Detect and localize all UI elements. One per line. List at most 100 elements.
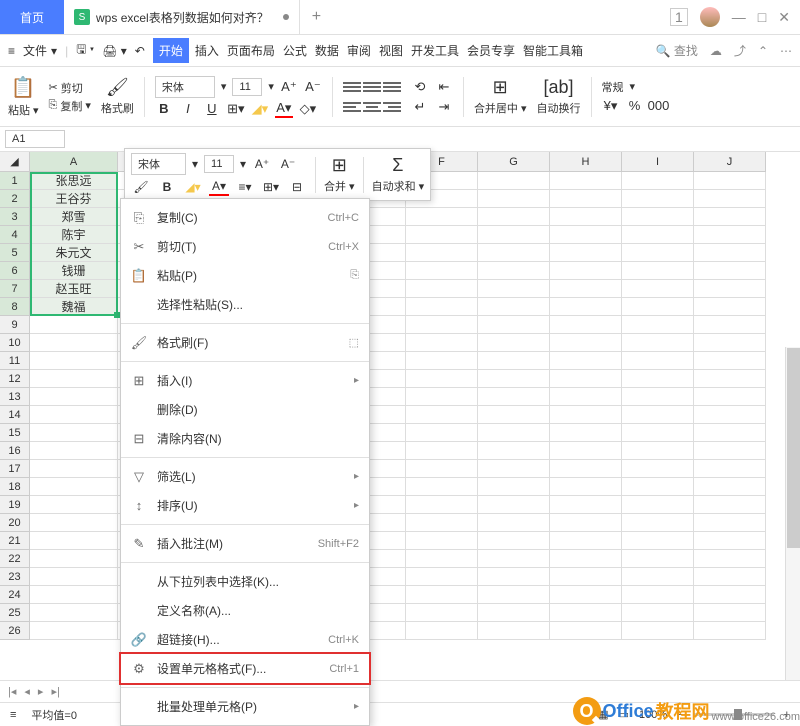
cell-H11[interactable] — [550, 352, 622, 370]
tab-start[interactable]: 开始 — [153, 38, 189, 63]
cell-I8[interactable] — [622, 298, 694, 316]
mini-merge-icon[interactable]: ⊟ — [287, 178, 307, 196]
row-header-16[interactable]: 16 — [0, 442, 30, 460]
ctx-item-1[interactable]: ✂剪切(T)Ctrl+X — [121, 232, 369, 261]
cell-H24[interactable] — [550, 586, 622, 604]
cell-A15[interactable] — [30, 424, 118, 442]
cell-J2[interactable] — [694, 190, 766, 208]
format-painter-icon[interactable]: 🖌 — [106, 77, 129, 97]
mini-inc-font[interactable]: A⁺ — [252, 155, 272, 173]
cell-A23[interactable] — [30, 568, 118, 586]
row-header-19[interactable]: 19 — [0, 496, 30, 514]
paste-button[interactable]: 粘贴 ▾ — [8, 102, 39, 118]
cell-H10[interactable] — [550, 334, 622, 352]
ctx-item-21[interactable]: 批量处理单元格(P)▸ — [121, 692, 369, 721]
row-header-11[interactable]: 11 — [0, 352, 30, 370]
tab-view[interactable]: 视图 — [377, 38, 405, 63]
cell-H8[interactable] — [550, 298, 622, 316]
collapse-ribbon-icon[interactable]: ⌃ — [758, 44, 768, 58]
cell-G6[interactable] — [478, 262, 550, 280]
cell-A5[interactable]: 朱元文 — [30, 244, 118, 262]
cell-I14[interactable] — [622, 406, 694, 424]
row-header-21[interactable]: 21 — [0, 532, 30, 550]
font-color-button[interactable]: A▾ — [275, 100, 293, 118]
row-header-2[interactable]: 2 — [0, 190, 30, 208]
ctx-item-3[interactable]: 选择性粘贴(S)... — [121, 290, 369, 319]
save-icon[interactable]: 🖫 ▾ — [76, 40, 94, 61]
cell-I11[interactable] — [622, 352, 694, 370]
tab-member[interactable]: 会员专享 — [465, 38, 517, 63]
format-painter-button[interactable]: 格式刷 — [101, 100, 134, 116]
cell-H7[interactable] — [550, 280, 622, 298]
cell-H12[interactable] — [550, 370, 622, 388]
cell-F20[interactable] — [406, 514, 478, 532]
tab-dev[interactable]: 开发工具 — [409, 38, 461, 63]
ctx-item-7[interactable]: ⊞插入(I)▸ — [121, 366, 369, 395]
home-tab[interactable]: 首页 — [0, 0, 64, 34]
col-header-J[interactable]: J — [694, 152, 766, 172]
cell-I18[interactable] — [622, 478, 694, 496]
cell-G23[interactable] — [478, 568, 550, 586]
cell-F3[interactable] — [406, 208, 478, 226]
cell-A1[interactable]: 张思远 — [30, 172, 118, 190]
cell-G15[interactable] — [478, 424, 550, 442]
col-header-G[interactable]: G — [478, 152, 550, 172]
cell-I16[interactable] — [622, 442, 694, 460]
align-right[interactable] — [383, 98, 401, 116]
cell-H22[interactable] — [550, 550, 622, 568]
mini-fill[interactable]: ◢▾ — [183, 178, 203, 196]
cell-reference-input[interactable]: A1 — [5, 130, 65, 148]
cell-J25[interactable] — [694, 604, 766, 622]
cell-J21[interactable] — [694, 532, 766, 550]
align-left[interactable] — [343, 98, 361, 116]
mini-merge-big[interactable]: ⊞合并 ▾ — [324, 155, 355, 194]
col-header-H[interactable]: H — [550, 152, 622, 172]
cell-I25[interactable] — [622, 604, 694, 622]
orient-button[interactable]: ⟲ — [411, 78, 429, 96]
cell-H21[interactable] — [550, 532, 622, 550]
comma-button[interactable]: 000 — [650, 97, 668, 115]
row-header-1[interactable]: 1 — [0, 172, 30, 190]
cell-G2[interactable] — [478, 190, 550, 208]
tab-layout[interactable]: 页面布局 — [225, 38, 277, 63]
cell-I10[interactable] — [622, 334, 694, 352]
cell-A26[interactable] — [30, 622, 118, 640]
cell-I3[interactable] — [622, 208, 694, 226]
cell-H20[interactable] — [550, 514, 622, 532]
row-header-5[interactable]: 5 — [0, 244, 30, 262]
cell-G7[interactable] — [478, 280, 550, 298]
cell-A24[interactable] — [30, 586, 118, 604]
cell-A14[interactable] — [30, 406, 118, 424]
ctx-item-0[interactable]: ⎘复制(C)Ctrl+C — [121, 203, 369, 232]
cell-H15[interactable] — [550, 424, 622, 442]
wrap-button[interactable]: 自动换行 — [537, 100, 581, 116]
wrap-text-icon[interactable]: [ab] — [544, 77, 574, 98]
cell-H23[interactable] — [550, 568, 622, 586]
sheet-prev[interactable]: ◂ — [24, 685, 30, 698]
cell-G1[interactable] — [478, 172, 550, 190]
cell-G10[interactable] — [478, 334, 550, 352]
bold-button[interactable]: B — [155, 100, 173, 118]
underline-button[interactable]: U — [203, 100, 221, 118]
cell-F6[interactable] — [406, 262, 478, 280]
cell-F12[interactable] — [406, 370, 478, 388]
dec-font-icon[interactable]: A⁻ — [304, 78, 322, 96]
row-header-24[interactable]: 24 — [0, 586, 30, 604]
cell-I2[interactable] — [622, 190, 694, 208]
cell-F11[interactable] — [406, 352, 478, 370]
mini-autosum[interactable]: Σ自动求和 ▾ — [372, 155, 425, 194]
cell-J14[interactable] — [694, 406, 766, 424]
cell-A2[interactable]: 王谷芬 — [30, 190, 118, 208]
merge-button[interactable]: 合并居中 ▾ — [474, 100, 527, 116]
new-tab-button[interactable]: + — [300, 8, 333, 26]
mini-font-color[interactable]: A▾ — [209, 178, 229, 196]
col-header-I[interactable]: I — [622, 152, 694, 172]
inc-font-icon[interactable]: A⁺ — [280, 78, 298, 96]
align-center[interactable] — [363, 98, 381, 116]
row-header-17[interactable]: 17 — [0, 460, 30, 478]
ctx-item-8[interactable]: 删除(D) — [121, 395, 369, 424]
cell-A19[interactable] — [30, 496, 118, 514]
cell-H3[interactable] — [550, 208, 622, 226]
indent-inc[interactable]: ⇥ — [435, 98, 453, 116]
cell-A6[interactable]: 钱珊 — [30, 262, 118, 280]
